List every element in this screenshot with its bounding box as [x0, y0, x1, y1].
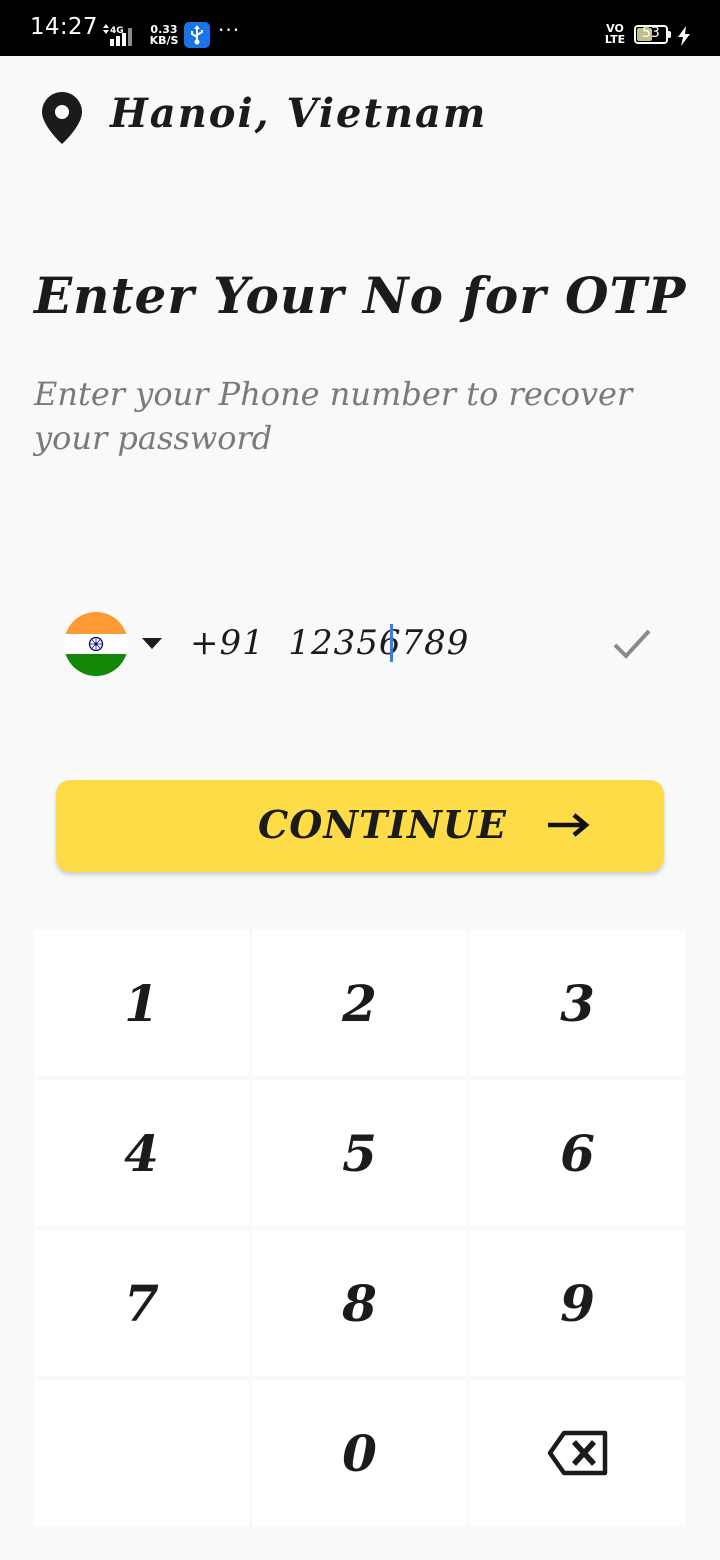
page-title: Enter Your No for OTP: [34, 266, 687, 325]
key-2[interactable]: 2: [252, 930, 467, 1076]
status-time: 14:27: [30, 14, 98, 40]
checkmark-icon: [613, 629, 651, 659]
backspace-key[interactable]: [470, 1380, 685, 1526]
usb-icon: [184, 22, 210, 48]
battery-level: 53: [642, 25, 660, 41]
key-6[interactable]: 6: [470, 1080, 685, 1226]
key-4[interactable]: 4: [34, 1080, 249, 1226]
network-speed-unit: KB/S: [149, 34, 179, 47]
status-bar: 14:27 4G 0.33 KB/S ··· VO LTE 53: [0, 0, 720, 56]
more-notifications-icon: ···: [218, 18, 241, 42]
signal-icon: 4G: [103, 24, 132, 46]
key-5[interactable]: 5: [252, 1080, 467, 1226]
network-speed: 0.33 KB/S: [147, 24, 181, 46]
svg-text:4G: 4G: [110, 26, 124, 36]
volte-bottom: LTE: [604, 33, 626, 46]
backspace-icon: [547, 1430, 607, 1476]
page-subtitle: Enter your Phone number to recover your …: [34, 375, 633, 457]
text-cursor: [390, 624, 393, 662]
india-flag-icon[interactable]: [64, 612, 128, 676]
key-3[interactable]: 3: [470, 930, 685, 1076]
battery-icon: 53: [634, 25, 668, 44]
key-1[interactable]: 1: [34, 930, 249, 1076]
key-0[interactable]: 0: [252, 1380, 467, 1526]
arrow-right-icon: [548, 813, 590, 837]
continue-button[interactable]: CONTINUE: [56, 780, 664, 872]
location-pin-icon: [42, 92, 82, 144]
volte-indicator: VO LTE: [602, 23, 628, 45]
location-label: Hanoi, Vietnam: [110, 90, 488, 137]
continue-button-label: CONTINUE: [258, 802, 507, 847]
numeric-keypad: 1 2 3 4 5 6 7 8 9 0: [34, 930, 686, 1526]
charging-bolt-icon: [678, 26, 690, 46]
key-blank: [34, 1380, 249, 1526]
key-9[interactable]: 9: [470, 1230, 685, 1376]
caret-down-icon[interactable]: [142, 638, 162, 650]
key-7[interactable]: 7: [34, 1230, 249, 1376]
key-8[interactable]: 8: [252, 1230, 467, 1376]
